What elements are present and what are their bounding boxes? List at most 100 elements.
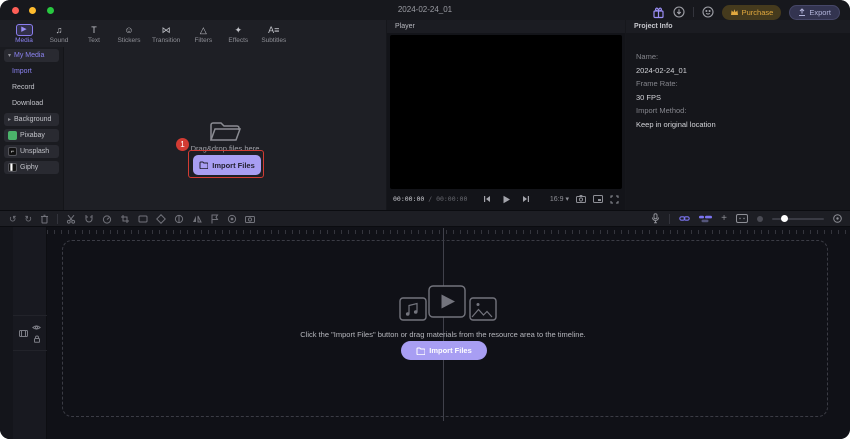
giphy-icon: ▌ (8, 163, 17, 172)
tab-transition[interactable]: ⋈ Transition (152, 24, 180, 44)
chevron-down-icon: ▾ (8, 52, 11, 59)
sidebar-item-giphy[interactable]: ▌ Giphy (4, 161, 59, 174)
effects-tab-icon: ✦ (235, 24, 243, 36)
film-track-icon[interactable] (19, 329, 28, 338)
redo-icon[interactable]: ↻ (25, 214, 33, 224)
annotation-step-badge: 1 (176, 138, 189, 151)
track-visibility-icon[interactable] (32, 324, 41, 331)
timeline-tools: ↺ ↻ (0, 214, 255, 224)
tab-filters[interactable]: △ Filters (191, 24, 215, 44)
tab-sound[interactable]: ♫ Sound (47, 24, 71, 44)
tab-effects[interactable]: ✦ Effects (226, 24, 250, 44)
fit-screen-icon[interactable] (593, 195, 603, 203)
sidebar-item-my-media[interactable]: ▾ My Media (4, 49, 59, 62)
purchase-label: Purchase (742, 8, 774, 17)
mirror-icon[interactable] (192, 214, 202, 224)
title-bar: 2024-02-24_01 (0, 0, 850, 20)
transition-tab-icon: ⋈ (162, 24, 171, 36)
ratio-icon[interactable] (138, 214, 148, 224)
crown-icon (730, 8, 739, 16)
unsplash-icon: ⌐ (8, 147, 17, 156)
split-icon[interactable] (66, 214, 76, 224)
time-ruler[interactable] (47, 230, 850, 234)
sidebar-item-background[interactable]: ▸ Background (4, 113, 59, 126)
previous-frame-icon[interactable] (483, 195, 491, 203)
mask-icon[interactable] (174, 214, 184, 224)
sidebar-item-pixabay[interactable]: Pixabay (4, 129, 59, 142)
next-frame-icon[interactable] (522, 195, 530, 203)
delete-icon[interactable] (40, 214, 49, 224)
tab-stickers[interactable]: ☺ Stickers (117, 24, 141, 44)
check-update-icon[interactable] (673, 6, 685, 18)
sidebar-item-download[interactable]: Download (4, 97, 59, 110)
speed-icon[interactable] (102, 214, 112, 224)
tab-text[interactable]: T Text (82, 24, 106, 44)
export-arrow-icon (798, 8, 806, 17)
add-track-icon[interactable]: + (721, 214, 727, 224)
folder-icon (416, 347, 425, 355)
zoom-slider-knob[interactable] (781, 215, 788, 222)
account-avatar-icon[interactable] (702, 6, 714, 18)
chevron-down-icon: ▾ (565, 196, 569, 203)
field-label: Name: (636, 50, 850, 64)
track-lock-icon[interactable] (33, 335, 41, 343)
field-value: 30 FPS (636, 91, 850, 105)
field-label: Import Method: (636, 104, 850, 118)
snapshot-icon[interactable] (576, 195, 586, 203)
voiceover-mic-icon[interactable] (651, 213, 660, 224)
pixabay-icon (8, 131, 17, 140)
sidebar-item-import[interactable]: Import (4, 65, 59, 78)
gift-icon[interactable] (652, 6, 665, 19)
crop-icon[interactable] (120, 214, 130, 224)
media-tab-icon: ▶ (16, 24, 33, 36)
camera-icon[interactable] (245, 215, 255, 223)
magnet-icon[interactable] (84, 214, 94, 224)
player-header: Player (387, 20, 625, 33)
tab-media[interactable]: ▶ Media (12, 24, 36, 44)
project-fields: Name: 2024-02-24_01 Frame Rate: 30 FPS I… (626, 33, 850, 131)
undo-icon[interactable]: ↺ (9, 214, 17, 224)
field-value: Keep in original location (636, 118, 850, 132)
timeline-area: Click the "Import Files" button or drag … (0, 227, 850, 439)
track-manager-icon[interactable] (699, 215, 712, 223)
video-preview[interactable] (390, 35, 622, 189)
sidebar-item-unsplash[interactable]: ⌐ Unsplash (4, 145, 59, 158)
record-icon[interactable] (227, 214, 237, 224)
purchase-button[interactable]: Purchase (722, 5, 782, 20)
folder-icon (208, 118, 242, 144)
player-title: Player (395, 23, 415, 30)
zoom-out-icon[interactable] (757, 216, 763, 222)
timeline-view-tools: + (651, 213, 842, 224)
fullscreen-icon[interactable] (610, 195, 619, 204)
media-library-panel: ▶ Media ♫ Sound T Text ☺ Stickers ⋈ Tran… (0, 20, 386, 210)
player-panel: Player 00:00:00 / 00:00:00 16:9 ▾ (387, 20, 625, 210)
marker-icon[interactable] (210, 214, 219, 224)
timeline-options-icon[interactable] (736, 214, 748, 223)
timeline-zoom-slider[interactable] (772, 218, 824, 220)
titlebar-actions: Purchase Export (652, 4, 840, 20)
export-button[interactable]: Export (789, 5, 840, 20)
project-info-panel: Project Info Name: 2024-02-24_01 Frame R… (626, 20, 850, 210)
sidebar-item-record[interactable]: Record (4, 81, 59, 94)
keyframe-icon[interactable] (156, 214, 166, 224)
subtitles-tab-icon: A≡ (268, 24, 279, 36)
zoom-fit-icon[interactable] (833, 214, 842, 223)
app-window: 2024-02-24_01 (0, 0, 850, 439)
resource-tab-bar: ▶ Media ♫ Sound T Text ☺ Stickers ⋈ Tran… (0, 20, 286, 47)
link-icon[interactable] (679, 214, 690, 223)
video-track-controls (13, 315, 47, 351)
field-value: 2024-02-24_01 (636, 64, 850, 78)
tab-subtitles[interactable]: A≡ Subtitles (261, 24, 286, 44)
track-header (13, 227, 47, 439)
aspect-ratio-select[interactable]: 16:9 ▾ (550, 195, 569, 203)
timeline-drop-zone[interactable] (62, 240, 828, 417)
import-files-button[interactable]: Import Files (401, 341, 487, 360)
play-icon[interactable] (502, 195, 511, 204)
sound-tab-icon: ♫ (56, 24, 63, 36)
text-tab-icon: T (91, 24, 97, 36)
export-label: Export (809, 8, 831, 17)
project-info-title: Project Info (634, 23, 673, 30)
filters-tab-icon: △ (200, 24, 207, 36)
timeline-side-strip (0, 227, 13, 439)
media-sidebar: ▾ My Media Import Record Download ▸ Back… (0, 47, 64, 210)
